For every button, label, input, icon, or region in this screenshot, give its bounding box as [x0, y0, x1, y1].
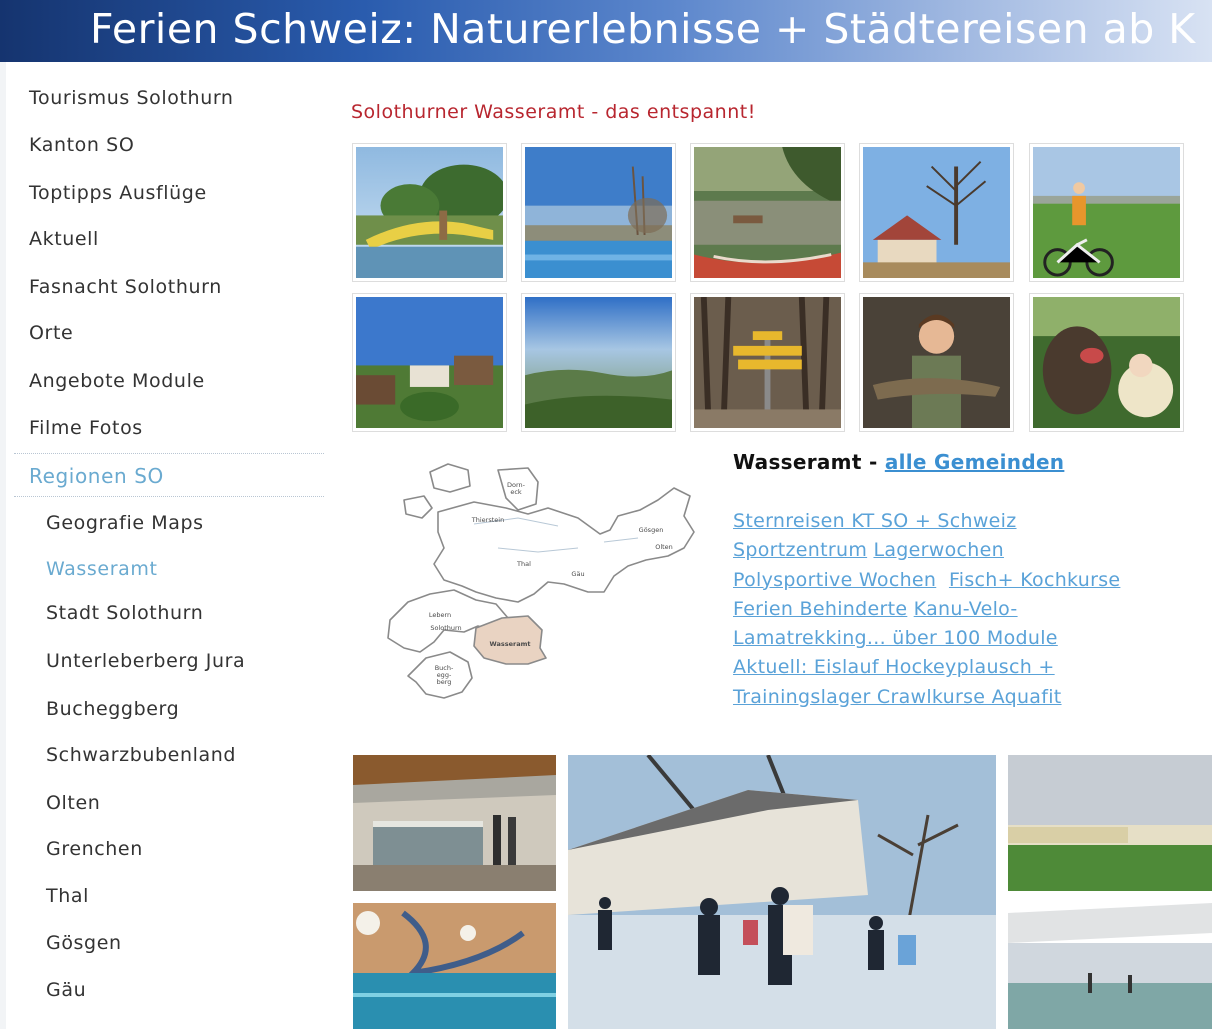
map-label-solothurn: Solothurn — [430, 624, 461, 632]
lamatrekking-link[interactable]: Lamatrekking... über 100 Module — [733, 627, 1058, 649]
thumb-farmhouse[interactable] — [859, 143, 1014, 282]
sidebar-subitem-goesgen[interactable]: Gösgen — [46, 932, 122, 954]
sportzentrum-link[interactable]: Sportzentrum — [733, 539, 867, 561]
thumb-signpost[interactable] — [690, 293, 845, 432]
thumb-canoe[interactable] — [690, 143, 845, 282]
ice-rink-photo — [568, 755, 996, 1029]
thumb-cyclist[interactable] — [1029, 143, 1184, 282]
sidebar-subitem-olten[interactable]: Olten — [46, 792, 100, 814]
trainingslager-link[interactable]: Trainingslager Crawlkurse Aquafit — [733, 686, 1062, 708]
nav-item-tourismus-solothurn[interactable]: Tourismus Solothurn — [29, 87, 234, 109]
region-map[interactable]: Dorn-eck Thierstein Thal Gäu Gösgen Olte… — [378, 452, 708, 714]
solothurn-canton-map: Dorn-eck Thierstein Thal Gäu Gösgen Olte… — [387, 463, 695, 699]
banner-title: Ferien Schweiz: Naturerlebnisse + Städte… — [90, 5, 1196, 53]
info-line-3: Polysportive Wochen Fisch+ Kochkurse — [733, 566, 1211, 595]
signpost-photo — [694, 296, 841, 429]
nav-item-regionen-so[interactable]: Regionen SO — [29, 464, 164, 488]
nav-item-orte[interactable]: Orte — [29, 322, 73, 344]
thumb-swimming-slide[interactable] — [352, 143, 508, 282]
site-banner: Ferien Schweiz: Naturerlebnisse + Städte… — [0, 0, 1212, 62]
map-label-thierstein: Thierstein — [471, 516, 504, 524]
thumb-landscape-view[interactable] — [521, 293, 676, 432]
map-region-enclave-north — [429, 463, 471, 493]
nav-item-toptipps-ausfluege[interactable]: Toptipps Ausflüge — [29, 182, 207, 204]
sidebar-subitem-geografie-maps[interactable]: Geografie Maps — [46, 512, 204, 534]
nav-item-angebote-module[interactable]: Angebote Module — [29, 370, 205, 392]
village-photo — [356, 297, 503, 428]
thumb-fisherman[interactable] — [859, 293, 1014, 432]
swimming-slide-photo — [356, 147, 508, 278]
nav-divider-top — [14, 453, 324, 454]
map-label-thal: Thal — [516, 560, 531, 568]
map-label-olten: Olten — [655, 543, 673, 551]
polysportive-wochen-link[interactable]: Polysportive Wochen — [733, 569, 936, 591]
info-line-2: Sportzentrum Lagerwochen — [733, 536, 1211, 565]
map-label-wasseramt: Wasseramt — [490, 640, 531, 648]
sidebar-subitem-unterleberberg-jura[interactable]: Unterleberberg Jura — [46, 650, 245, 672]
info-title-text: Wasseramt - — [733, 450, 885, 474]
thumb-outdoor-pool[interactable] — [521, 143, 676, 282]
landscape-view-photo — [525, 297, 672, 428]
photo-indoor-pool[interactable] — [353, 903, 556, 1029]
photo-sports-field[interactable] — [1008, 755, 1212, 891]
sidebar-subitem-wasseramt[interactable]: Wasseramt — [46, 558, 158, 580]
nav-item-kanton-so[interactable]: Kanton SO — [29, 134, 134, 156]
info-line-5: Lamatrekking... über 100 Module — [733, 624, 1211, 653]
info-title: Wasseramt - alle Gemeinden — [733, 450, 1064, 474]
sternreisen-link[interactable]: Sternreisen KT SO + Schweiz — [733, 510, 1017, 532]
info-line-6: Aktuell: Eislauf Hockeyplausch + — [733, 653, 1211, 682]
photo-sports-hall[interactable] — [1008, 903, 1212, 1029]
outdoor-pool-photo — [525, 147, 672, 278]
map-region-enclave-west — [403, 495, 433, 519]
sidebar-subitem-grenchen[interactable]: Grenchen — [46, 838, 143, 860]
all-municipalities-link[interactable]: alle Gemeinden — [885, 450, 1065, 474]
map-label-goesgen: Gösgen — [639, 526, 664, 534]
info-line-4: Ferien Behinderte Kanu-Velo- — [733, 595, 1211, 624]
sidebar-subitem-thal[interactable]: Thal — [46, 885, 89, 907]
cyclist-photo — [1033, 147, 1180, 278]
kanu-velo-link[interactable]: Kanu-Velo- — [914, 598, 1018, 620]
nav-divider-bottom — [14, 496, 324, 497]
fisch-kochkurse-link[interactable]: Fisch+ Kochkurse — [949, 569, 1120, 591]
aktuell-eislauf-link[interactable]: Aktuell: Eislauf Hockeyplausch + — [733, 656, 1055, 678]
photo-cafeteria[interactable] — [353, 755, 556, 891]
sports-field-photo — [1008, 755, 1212, 891]
sidebar-subitem-stadt-solothurn[interactable]: Stadt Solothurn — [46, 602, 203, 624]
indoor-pool-photo — [353, 903, 556, 1029]
cafeteria-photo — [353, 755, 556, 891]
map-label-gaeu: Gäu — [571, 570, 584, 578]
map-label-lebern: Lebern — [429, 611, 451, 619]
fisherman-photo — [863, 297, 1010, 428]
nav-item-aktuell[interactable]: Aktuell — [29, 228, 99, 250]
canoe-photo — [694, 147, 841, 278]
offer-links: Sternreisen KT SO + Schweiz Sportzentrum… — [733, 507, 1211, 712]
ferien-behinderte-link[interactable]: Ferien Behinderte — [733, 598, 907, 620]
sports-hall-photo — [1008, 903, 1212, 1029]
map-label-bucheggberg: Buch-egg-berg — [435, 664, 454, 686]
nav-item-fasnacht-solothurn[interactable]: Fasnacht Solothurn — [29, 276, 222, 298]
photo-ice-rink[interactable] — [568, 755, 996, 1029]
sidebar-nav: Tourismus Solothurn Kanton SO Toptipps A… — [0, 62, 330, 1029]
sidebar-subitem-schwarzbubenland[interactable]: Schwarzbubenland — [46, 744, 236, 766]
thumb-village[interactable] — [352, 293, 507, 432]
farmhouse-photo — [863, 147, 1010, 278]
thumb-llama-child[interactable] — [1029, 293, 1184, 432]
nav-item-filme-fotos[interactable]: Filme Fotos — [29, 417, 143, 439]
llama-child-photo — [1033, 297, 1180, 428]
sidebar-subitem-bucheggberg[interactable]: Bucheggberg — [46, 698, 179, 720]
info-line-7: Trainingslager Crawlkurse Aquafit — [733, 683, 1211, 712]
sidebar-subitem-gaeu[interactable]: Gäu — [46, 979, 86, 1001]
lagerwochen-link[interactable]: Lagerwochen — [873, 539, 1003, 561]
page-heading: Solothurner Wasseramt - das entspannt! — [351, 101, 756, 123]
info-line-1: Sternreisen KT SO + Schweiz — [733, 507, 1211, 536]
